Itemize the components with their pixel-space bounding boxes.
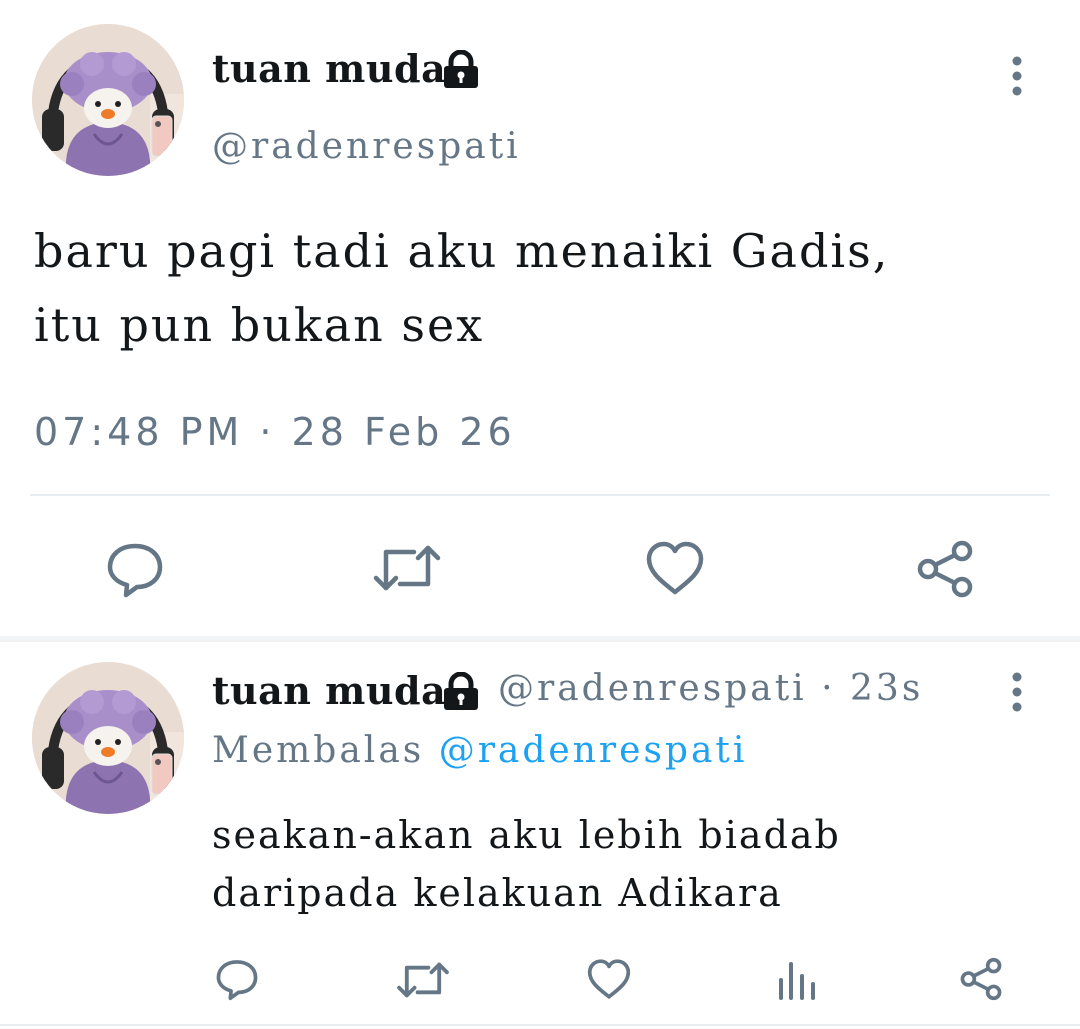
- main-timestamp[interactable]: 07:48 PM · 28 Feb 26: [34, 410, 516, 454]
- main-tweet-divider: [30, 494, 1050, 496]
- reply-icon[interactable]: [214, 956, 260, 1002]
- replying-to-link[interactable]: @radenrespati: [439, 730, 748, 771]
- share-icon[interactable]: [914, 538, 976, 600]
- retweet-icon[interactable]: [396, 958, 450, 1002]
- stats-icon[interactable]: [776, 958, 818, 1000]
- reply-tweet-avatar[interactable]: [32, 662, 184, 814]
- reply-icon[interactable]: [104, 538, 166, 600]
- main-tweet-text-line1: baru pagi tadi aku menaiki Gadis,: [34, 224, 890, 278]
- retweet-icon[interactable]: [372, 540, 442, 596]
- reply-author-name[interactable]: tuan muda: [212, 668, 446, 713]
- more-vertical-icon[interactable]: [1000, 672, 1034, 712]
- reply-handle-time: @radenrespati · 23s: [498, 668, 923, 709]
- reply-handle[interactable]: @radenrespati: [498, 668, 807, 709]
- main-handle[interactable]: @radenrespati: [212, 126, 521, 167]
- more-vertical-icon[interactable]: [1000, 56, 1034, 96]
- reply-time-ago: · 23s: [821, 668, 924, 709]
- section-divider: [0, 636, 1080, 642]
- main-tweet-text: baru pagi tadi aku menaiki Gadis, itu pu…: [34, 214, 1034, 362]
- bottom-divider: [0, 1024, 1080, 1026]
- main-author-name[interactable]: tuan muda: [212, 46, 446, 91]
- reply-tweet-text: seakan-akan aku lebih biadab daripada ke…: [212, 806, 1032, 922]
- lock-icon: [440, 50, 482, 90]
- replying-label: Membalas: [212, 730, 425, 771]
- replying-to: Membalas @radenrespati: [212, 730, 747, 771]
- reply-tweet-text-line2: daripada kelakuan Adikara: [212, 871, 783, 915]
- like-icon[interactable]: [644, 540, 706, 596]
- lock-icon: [440, 672, 482, 712]
- main-tweet-avatar[interactable]: [32, 24, 184, 176]
- share-icon[interactable]: [958, 956, 1004, 1002]
- main-tweet-text-line2: itu pun bukan sex: [34, 298, 485, 352]
- like-icon[interactable]: [586, 958, 632, 1000]
- reply-tweet-text-line1: seakan-akan aku lebih biadab: [212, 813, 841, 857]
